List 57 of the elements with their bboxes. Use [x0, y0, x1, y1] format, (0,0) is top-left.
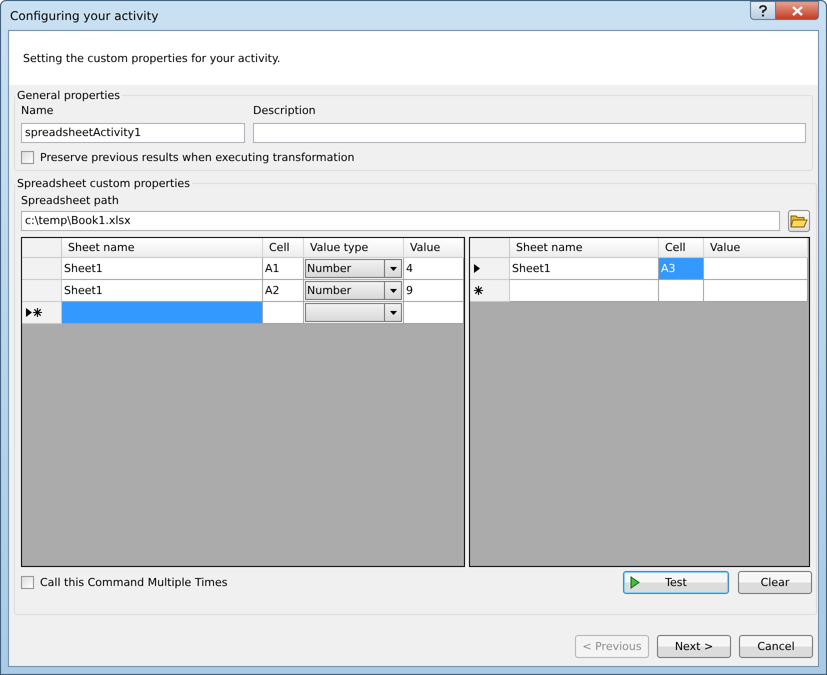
table-cell[interactable]: Sheet1	[62, 258, 263, 280]
table-cell[interactable]: Sheet1	[510, 258, 659, 280]
value-type-dropdown[interactable]: Number	[304, 258, 404, 280]
help-button[interactable]	[750, 1, 776, 20]
row-header[interactable]	[22, 302, 62, 324]
folder-icon	[790, 214, 808, 228]
field-label: Name	[21, 104, 54, 117]
checkbox[interactable]	[21, 151, 34, 164]
table-cell[interactable]	[659, 280, 704, 302]
clear-button[interactable]: Clear	[738, 571, 812, 594]
browse-button[interactable]	[788, 210, 810, 232]
close-icon	[792, 6, 802, 16]
corner-header	[22, 238, 62, 258]
row-header[interactable]	[470, 258, 510, 280]
table-cell[interactable]: Sheet1	[62, 280, 263, 302]
wizard-button[interactable]: Cancel	[739, 635, 813, 658]
checkbox[interactable]	[21, 576, 34, 589]
table-cell[interactable]	[404, 302, 464, 324]
table-cell[interactable]: A2	[263, 280, 304, 302]
table-cell[interactable]: 9	[404, 280, 464, 302]
help-icon	[758, 4, 768, 16]
close-button[interactable]	[776, 1, 819, 20]
checkbox-label: Preserve previous results when executing transformation	[40, 151, 354, 164]
column-header[interactable]: Value	[404, 238, 464, 258]
column-header[interactable]: Sheet name	[510, 238, 659, 258]
table-cell[interactable]	[62, 302, 263, 324]
group-legend: Spreadsheet custom properties	[15, 177, 192, 190]
checkbox-label: Call this Command Multiple Times	[40, 576, 228, 589]
table-cell[interactable]: A1	[263, 258, 304, 280]
wizard-button[interactable]: Next >	[657, 635, 731, 658]
value-type-dropdown[interactable]: Number	[304, 280, 404, 302]
column-header[interactable]: Cell	[659, 238, 704, 258]
window-title: Configuring your activity	[9, 8, 158, 22]
field-label: Spreadsheet path	[21, 194, 120, 207]
table-cell[interactable]	[510, 280, 659, 302]
path-field[interactable]: c:\temp\Book1.xlsx	[21, 211, 780, 231]
column-header[interactable]: Sheet name	[62, 238, 263, 258]
group-legend: General properties	[15, 89, 122, 102]
test-button[interactable]: Test	[623, 571, 729, 594]
table-cell[interactable]: 4	[404, 258, 464, 280]
dropdown-arrow-icon	[390, 266, 396, 270]
row-header[interactable]	[470, 280, 510, 302]
description-field[interactable]	[253, 123, 806, 143]
header-text: Setting the custom properties for your activity.	[23, 52, 280, 64]
dropdown-arrow-icon	[390, 310, 396, 314]
corner-header	[470, 238, 510, 258]
play-icon	[630, 576, 640, 589]
table-cell[interactable]	[263, 302, 304, 324]
column-header[interactable]: Cell	[263, 238, 304, 258]
column-header[interactable]: Value type	[304, 238, 404, 258]
dropdown-arrow-icon	[390, 288, 396, 292]
column-header[interactable]: Value	[704, 238, 808, 258]
value-type-dropdown[interactable]	[304, 302, 404, 324]
field-label: Description	[253, 104, 317, 117]
table-cell[interactable]	[704, 280, 808, 302]
table-cell[interactable]	[704, 258, 808, 280]
name-field[interactable]: spreadsheetActivity1	[21, 123, 245, 143]
